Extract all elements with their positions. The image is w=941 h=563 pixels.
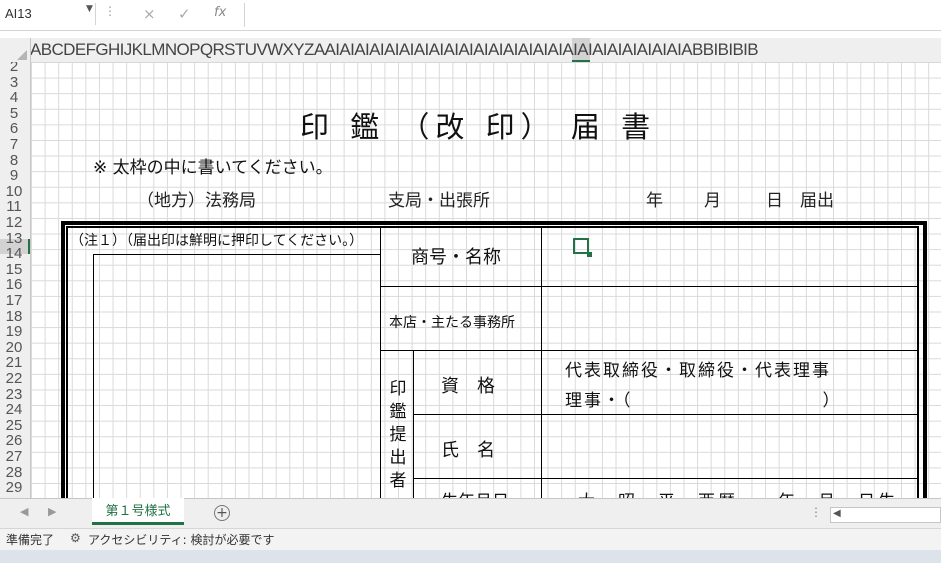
- row-number[interactable]: 29: [0, 480, 28, 495]
- form-title: 印 鑑 （改 印） 届 書: [300, 110, 657, 144]
- form-note: ※ 太枠の中に書いてください。: [93, 158, 333, 178]
- row-divider-1: [380, 286, 918, 287]
- row-number[interactable]: 6: [0, 121, 28, 136]
- row-number[interactable]: 16: [0, 277, 28, 292]
- trade-name-label: 商号・名称: [411, 247, 501, 268]
- cancel-icon[interactable]: ×: [143, 5, 156, 23]
- month-label: 月: [704, 191, 721, 211]
- stamp-area-divider: [380, 226, 381, 498]
- birth-label: 生年月日: [441, 487, 509, 498]
- row-number[interactable]: 21: [0, 355, 28, 370]
- row-number[interactable]: 3: [0, 75, 28, 90]
- row-number[interactable]: 12: [0, 215, 28, 230]
- taskbar: [0, 550, 941, 563]
- more-options-icon[interactable]: ⋮: [104, 4, 116, 18]
- row-number[interactable]: 2: [0, 62, 28, 74]
- insert-function-icon[interactable]: fx: [214, 5, 226, 20]
- row-number[interactable]: 11: [0, 199, 28, 214]
- form-inner-top-line: [66, 226, 918, 228]
- branch-label: 支局・出張所: [388, 191, 490, 211]
- row-number[interactable]: 14: [0, 246, 28, 261]
- bureau-label: （地方）法務局: [137, 191, 256, 211]
- row-number[interactable]: 15: [0, 262, 28, 277]
- name-box-dropdown-icon[interactable]: ▼: [86, 4, 93, 14]
- sheet-tab[interactable]: 第１号様式: [92, 498, 184, 525]
- name-label: 氏 名: [441, 440, 495, 461]
- row-number[interactable]: 4: [0, 90, 28, 105]
- name-box[interactable]: AI13: [0, 3, 96, 25]
- horizontal-scrollbar[interactable]: [830, 507, 941, 523]
- row-number[interactable]: 8: [0, 153, 28, 168]
- qualification-options-line2: 理事・（ ）: [565, 391, 842, 411]
- row-number[interactable]: 27: [0, 449, 28, 464]
- row-number[interactable]: 19: [0, 324, 28, 339]
- accessibility-icon[interactable]: ⚙: [70, 531, 81, 545]
- row-number[interactable]: 13: [0, 231, 28, 246]
- row-number[interactable]: 18: [0, 309, 28, 324]
- select-all-triangle-icon: [17, 50, 27, 60]
- row-number[interactable]: 5: [0, 106, 28, 121]
- row-number[interactable]: 23: [0, 387, 28, 402]
- row-divider-4: [413, 478, 918, 479]
- add-sheet-icon[interactable]: +: [214, 505, 230, 521]
- day-submit-label: 日 届出: [766, 191, 834, 211]
- row-number[interactable]: 25: [0, 418, 28, 433]
- form-inner-left-line: [66, 226, 68, 498]
- scroll-left-icon[interactable]: ◀: [833, 508, 841, 519]
- stamp-box-top: [93, 254, 380, 255]
- prev-sheet-icon[interactable]: ◀: [20, 505, 28, 518]
- row-divider-2: [380, 350, 918, 351]
- stamp-box-left: [93, 254, 94, 498]
- submitter-label: 印鑑提出者: [389, 379, 407, 491]
- row-number[interactable]: 17: [0, 293, 28, 308]
- birth-value: 大・昭・平・西暦 年 月 日生: [578, 487, 898, 498]
- year-label: 年: [646, 191, 663, 211]
- label-value-divider: [541, 226, 542, 498]
- row-number[interactable]: 24: [0, 402, 28, 417]
- row-number[interactable]: 20: [0, 340, 28, 355]
- row-number[interactable]: 9: [0, 168, 28, 183]
- row-number[interactable]: 28: [0, 465, 28, 480]
- row-divider-3: [413, 414, 918, 415]
- status-ready: 準備完了: [6, 533, 55, 547]
- head-office-label: 本店・主たる事務所: [389, 315, 515, 331]
- row-number[interactable]: 22: [0, 371, 28, 386]
- row-number[interactable]: 10: [0, 184, 28, 199]
- next-sheet-icon[interactable]: ▶: [48, 505, 56, 518]
- column-letters[interactable]: ABCDEFGHIJKLMNOPQRSTUVWXYZAAIAIAIAIAIAIA…: [30, 40, 941, 60]
- submitter-divider: [413, 350, 414, 498]
- fill-handle[interactable]: [587, 252, 592, 257]
- enter-icon[interactable]: ✓: [178, 5, 191, 23]
- row-number[interactable]: 26: [0, 433, 28, 448]
- form-inner-right-line: [917, 226, 919, 498]
- row-numbers[interactable]: 2 3 4 5 6 7 8 9 10 11 12 13 14 15 16 17 18 19 20 21 22 23 24 25…: [0, 62, 30, 498]
- row-number[interactable]: 7: [0, 137, 28, 152]
- more-sheets-icon[interactable]: ⋮: [810, 505, 822, 519]
- note1-label: （注１）（届出印は鮮明に押印してください。）: [70, 233, 364, 249]
- qualification-label: 資 格: [441, 376, 495, 397]
- formula-input[interactable]: [244, 3, 941, 27]
- accessibility-status[interactable]: アクセシビリティ: 検討が必要です: [88, 531, 275, 548]
- qualification-options-line1: 代表取締役・取締役・代表理事: [565, 361, 831, 381]
